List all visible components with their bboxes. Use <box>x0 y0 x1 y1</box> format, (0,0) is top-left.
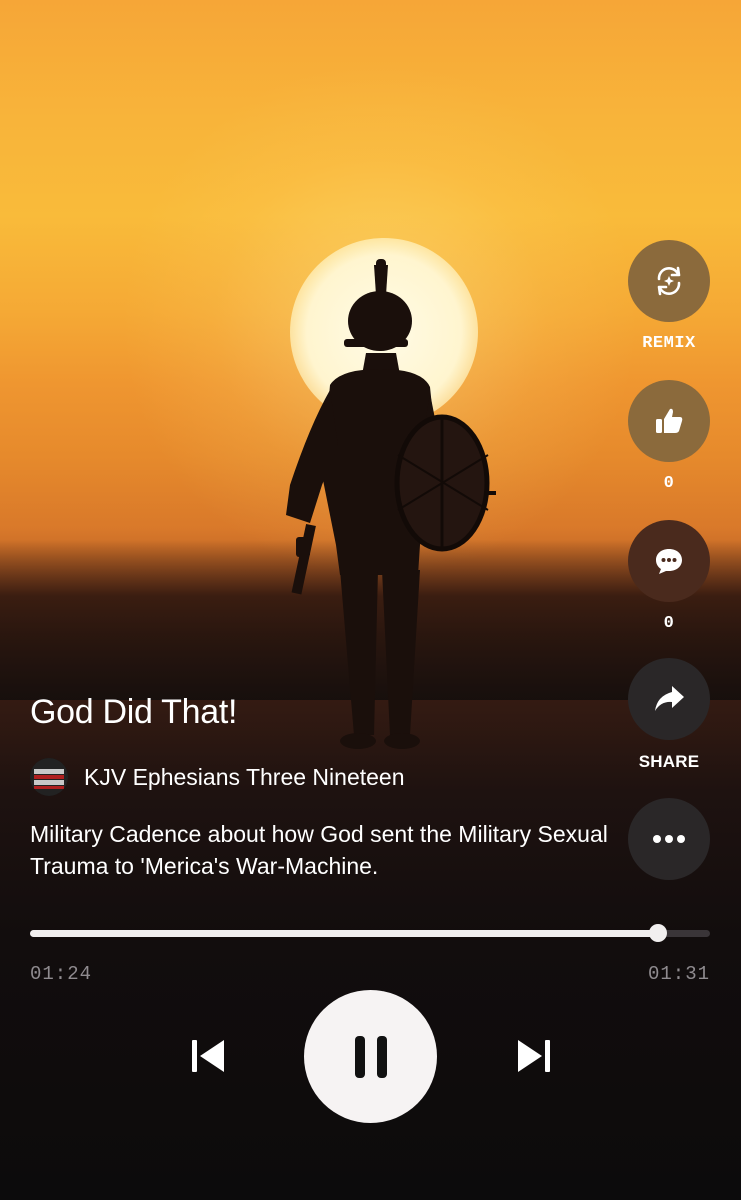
remix-button[interactable] <box>628 240 710 322</box>
share-icon <box>655 686 684 711</box>
like-count: 0 <box>663 474 675 493</box>
total-duration: 01:31 <box>647 963 710 985</box>
skip-next-icon <box>518 1040 550 1072</box>
author-name[interactable]: KJV Ephesians Three Nineteen <box>84 764 405 791</box>
comment-action[interactable]: 0 <box>628 520 710 633</box>
comment-count: 0 <box>663 614 675 633</box>
more-icon <box>653 835 685 843</box>
like-action[interactable]: 0 <box>628 380 710 493</box>
remix-label: REMIX <box>642 334 696 353</box>
progress-fill <box>30 930 658 937</box>
drummer-silhouette <box>286 259 496 749</box>
progress-slider[interactable] <box>30 924 710 942</box>
remix-icon <box>657 266 681 296</box>
elapsed-time: 01:24 <box>30 963 93 985</box>
author-avatar[interactable] <box>30 758 68 796</box>
more-button[interactable] <box>628 798 710 880</box>
song-description: Military Cadence about how God sent the … <box>30 821 608 879</box>
author-row[interactable]: KJV Ephesians Three Nineteen <box>30 757 405 797</box>
share-button[interactable] <box>628 658 710 740</box>
player-screen: God Did That! KJV Ephesians Three Ninete… <box>0 0 741 1200</box>
thumbs-up-icon <box>656 408 683 433</box>
skip-previous-icon <box>192 1040 224 1072</box>
like-button[interactable] <box>628 380 710 462</box>
share-label: SHARE <box>638 752 700 771</box>
progress-thumb[interactable] <box>649 924 667 942</box>
next-button[interactable] <box>512 1036 556 1076</box>
comment-button[interactable] <box>628 520 710 602</box>
more-action[interactable] <box>628 798 710 880</box>
song-title: God Did That! <box>30 693 238 731</box>
share-action[interactable]: SHARE <box>628 658 710 772</box>
remix-action[interactable]: REMIX <box>628 240 710 353</box>
pause-button[interactable] <box>304 990 437 1123</box>
pause-icon <box>354 1035 387 1078</box>
previous-button[interactable] <box>186 1036 230 1076</box>
comment-icon <box>656 549 682 574</box>
